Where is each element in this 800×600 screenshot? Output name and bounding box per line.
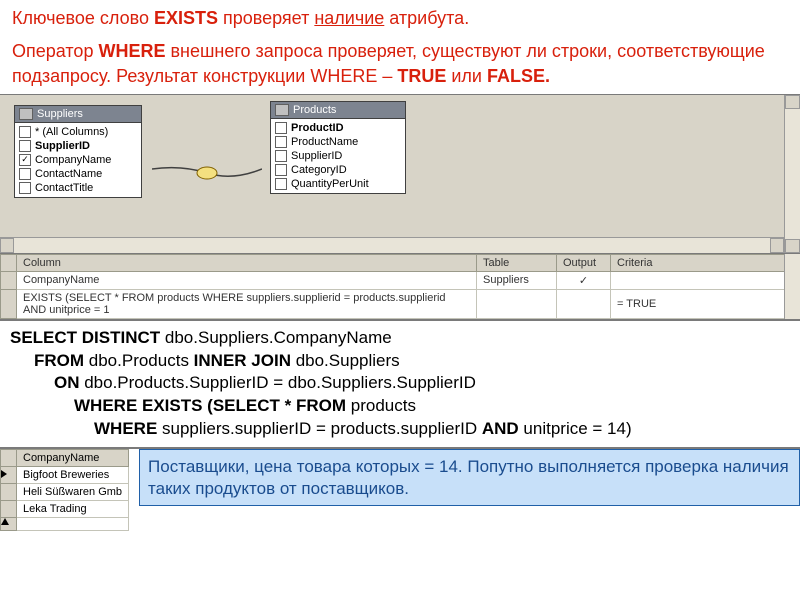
field-row[interactable]: ProductID (271, 121, 405, 135)
results-grid[interactable]: CompanyName Bigfoot Breweries Heli Süßwa… (0, 449, 129, 531)
field-row[interactable]: SupplierID (271, 149, 405, 163)
result-col-header[interactable]: CompanyName (17, 450, 129, 467)
checkbox[interactable] (19, 140, 31, 152)
table-titlebar[interactable]: Suppliers (15, 106, 141, 123)
checkbox[interactable] (19, 182, 31, 194)
row-header (1, 254, 17, 271)
field-row[interactable]: * (All Columns) (15, 125, 141, 139)
table-icon (275, 104, 289, 116)
query-designer[interactable]: Suppliers * (All Columns) SupplierID ✓Co… (0, 94, 800, 254)
col-header[interactable]: Table (477, 254, 557, 271)
col-header[interactable]: Criteria (611, 254, 800, 271)
annotation-note: Поставщики, цена товара которых = 14. По… (139, 449, 800, 506)
horizontal-scrollbar[interactable] (0, 237, 784, 253)
field-row[interactable]: ProductName (271, 135, 405, 149)
result-row[interactable]: Heli Süßwaren Gmb (1, 484, 129, 501)
vertical-scrollbar[interactable] (784, 95, 800, 253)
col-header[interactable]: Output (557, 254, 611, 271)
checkbox[interactable] (275, 136, 287, 148)
new-row[interactable] (1, 518, 129, 531)
checkbox[interactable]: ✓ (19, 154, 31, 166)
current-row-icon (1, 470, 7, 478)
table-title-text: Suppliers (37, 108, 83, 120)
new-row-icon (1, 518, 9, 525)
field-row[interactable]: ContactTitle (15, 181, 141, 195)
sql-pane[interactable]: SELECT DISTINCT dbo.Suppliers.CompanyNam… (0, 321, 800, 448)
checkbox[interactable] (275, 178, 287, 190)
checkbox[interactable] (275, 150, 287, 162)
field-row[interactable]: CategoryID (271, 163, 405, 177)
checkbox[interactable] (275, 164, 287, 176)
field-row[interactable]: ✓CompanyName (15, 153, 141, 167)
field-row[interactable]: QuantityPerUnit (271, 177, 405, 191)
criteria-row[interactable]: CompanyName Suppliers ✓ (1, 271, 800, 289)
checkbox[interactable] (19, 168, 31, 180)
table-window-suppliers[interactable]: Suppliers * (All Columns) SupplierID ✓Co… (14, 105, 142, 198)
result-row[interactable]: Leka Trading (1, 501, 129, 518)
col-header[interactable]: Column (17, 254, 477, 271)
table-window-products[interactable]: Products ProductID ProductName SupplierI… (270, 101, 406, 194)
grid-scrollbar[interactable] (784, 254, 800, 319)
table-icon (19, 108, 33, 120)
checkbox[interactable] (19, 126, 31, 138)
checkbox[interactable] (275, 122, 287, 134)
table-title-text: Products (293, 104, 336, 116)
join-connector[interactable] (152, 163, 262, 183)
explanation-text: Ключевое слово EXISTS проверяет наличие … (0, 0, 800, 94)
field-row[interactable]: ContactName (15, 167, 141, 181)
criteria-row[interactable]: EXISTS (SELECT * FROM products WHERE sup… (1, 289, 800, 318)
table-titlebar[interactable]: Products (271, 102, 405, 119)
field-row[interactable]: SupplierID (15, 139, 141, 153)
result-row[interactable]: Bigfoot Breweries (1, 467, 129, 484)
criteria-grid[interactable]: Column Table Output Criteria CompanyName… (0, 254, 800, 321)
